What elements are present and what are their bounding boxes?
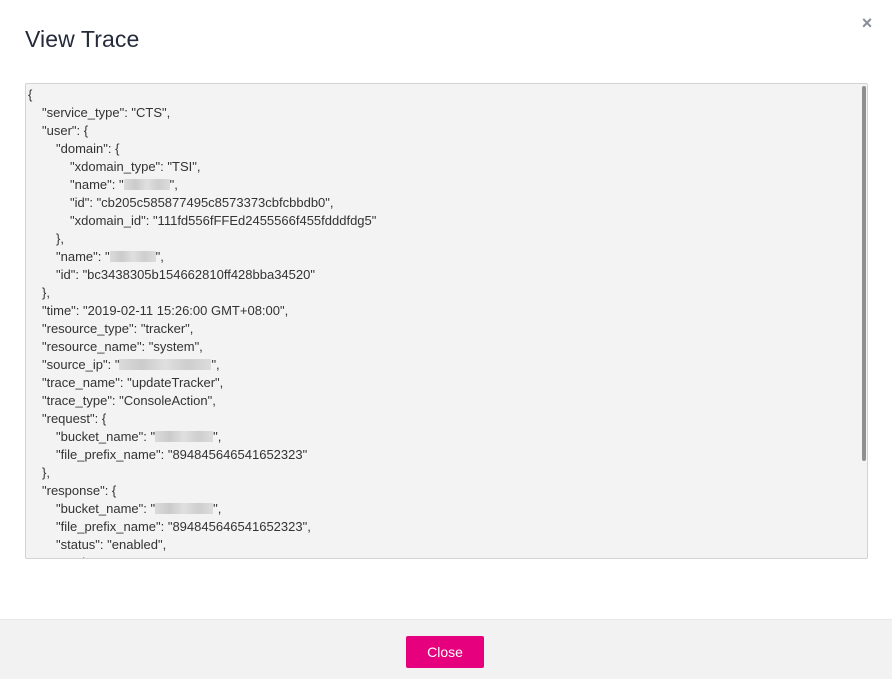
trace-line: "user": { <box>28 122 859 140</box>
trace-line: "service_type": "CTS", <box>28 104 859 122</box>
trace-text: "name": " <box>70 177 124 192</box>
trace-text: "trace_type": "ConsoleAction", <box>42 393 216 408</box>
redacted-value <box>123 179 170 190</box>
dialog-title: View Trace <box>25 26 140 52</box>
trace-line: "file_prefix_name": "894845646541652323" <box>28 446 859 464</box>
trace-text: "response": { <box>42 483 117 498</box>
trace-text: "status": "enabled", <box>56 537 167 552</box>
trace-line: "name": " ", <box>28 176 859 194</box>
trace-text: "trace_name": "updateTracker", <box>42 375 224 390</box>
redacted-value <box>155 431 214 442</box>
trace-line: "domain": { <box>28 140 859 158</box>
trace-text: "id": "cb205c585877495c8573373cbfcbbdb0"… <box>70 195 334 210</box>
trace-text: "service_type": "CTS", <box>42 105 171 120</box>
scrollbar-track[interactable] <box>860 84 867 558</box>
trace-line: "bucket_name": " ", <box>28 500 859 518</box>
trace-line: }, <box>28 230 859 248</box>
trace-line: "id": "bc3438305b154662810ff428bba34520" <box>28 266 859 284</box>
view-trace-dialog: View Trace × { "service_type": "CTS", "use… <box>0 0 892 679</box>
trace-line: "status": "enabled", <box>28 536 859 554</box>
trace-line: }, <box>28 284 859 302</box>
trace-text: }, <box>42 465 50 480</box>
redacted-value <box>155 503 214 514</box>
trace-text: "user": { <box>42 123 89 138</box>
trace-text: "resource_name": "system", <box>42 339 203 354</box>
trace-line: "xdomain_type": "TSI", <box>28 158 859 176</box>
trace-text: }, <box>42 285 50 300</box>
trace-text: { <box>28 87 33 102</box>
trace-line: "request": { <box>28 410 859 428</box>
trace-line: "resource_type": "tracker", <box>28 320 859 338</box>
trace-line: "xdomain_id": "111fd556fFFEd2455566f455f… <box>28 212 859 230</box>
trace-line: "file_prefix_name": "894845646541652323"… <box>28 518 859 536</box>
trace-text: "source_ip": " <box>42 357 120 372</box>
trace-text: ", <box>213 429 222 444</box>
trace-text: "bucket_name": " <box>56 429 156 444</box>
trace-text: ", <box>155 249 164 264</box>
trace-line: "response": { <box>28 482 859 500</box>
trace-text: "id": "bc3438305b154662810ff428bba34520" <box>56 267 315 282</box>
trace-line: }, <box>28 464 859 482</box>
trace-text: "time": "2019-02-11 15:26:00 GMT+08:00", <box>42 303 289 318</box>
trace-text: "bucket_name": " <box>56 501 156 516</box>
trace-text: "xdomain_type": "TSI", <box>70 159 201 174</box>
trace-text: "xdomain_id": "111fd556fFFEd2455566f455f… <box>70 213 377 228</box>
trace-line: "bucket_name": " ", <box>28 428 859 446</box>
trace-text: "request": { <box>42 411 107 426</box>
trace-line: "resource_name": "system", <box>28 338 859 356</box>
close-button[interactable]: Close <box>406 636 484 668</box>
trace-line: "trace_type": "ConsoleAction", <box>28 392 859 410</box>
trace-text: "domain": { <box>56 141 120 156</box>
trace-text: }, <box>56 231 64 246</box>
trace-line: "name": " ", <box>28 248 859 266</box>
trace-text: "name": " <box>56 249 110 264</box>
trace-text: ", <box>213 501 222 516</box>
dialog-footer: Close <box>0 619 892 679</box>
trace-json-content: { "service_type": "CTS", "user": { "domain"… <box>26 84 859 558</box>
trace-line: "id": "cb205c585877495c8573373cbfcbbdb0"… <box>28 194 859 212</box>
trace-line: "time": "2019-02-11 15:26:00 GMT+08:00", <box>28 302 859 320</box>
trace-text: "file_prefix_name": "894845646541652323" <box>56 447 308 462</box>
trace-line: "source_ip": " ", <box>28 356 859 374</box>
close-icon[interactable]: × <box>860 13 874 33</box>
trace-line: "tracker_name": "system" <box>28 554 859 558</box>
trace-line: { <box>28 86 859 104</box>
scrollbar-thumb[interactable] <box>862 86 866 461</box>
trace-text: "tracker_name": "system" <box>56 555 202 558</box>
trace-text: ", <box>211 357 220 372</box>
redacted-value <box>109 251 156 262</box>
trace-text: ", <box>169 177 178 192</box>
trace-text: "resource_type": "tracker", <box>42 321 194 336</box>
trace-text: "file_prefix_name": "894845646541652323"… <box>56 519 311 534</box>
trace-line: "trace_name": "updateTracker", <box>28 374 859 392</box>
redacted-value <box>119 359 212 370</box>
trace-json-viewer[interactable]: { "service_type": "CTS", "user": { "domain"… <box>25 83 868 559</box>
